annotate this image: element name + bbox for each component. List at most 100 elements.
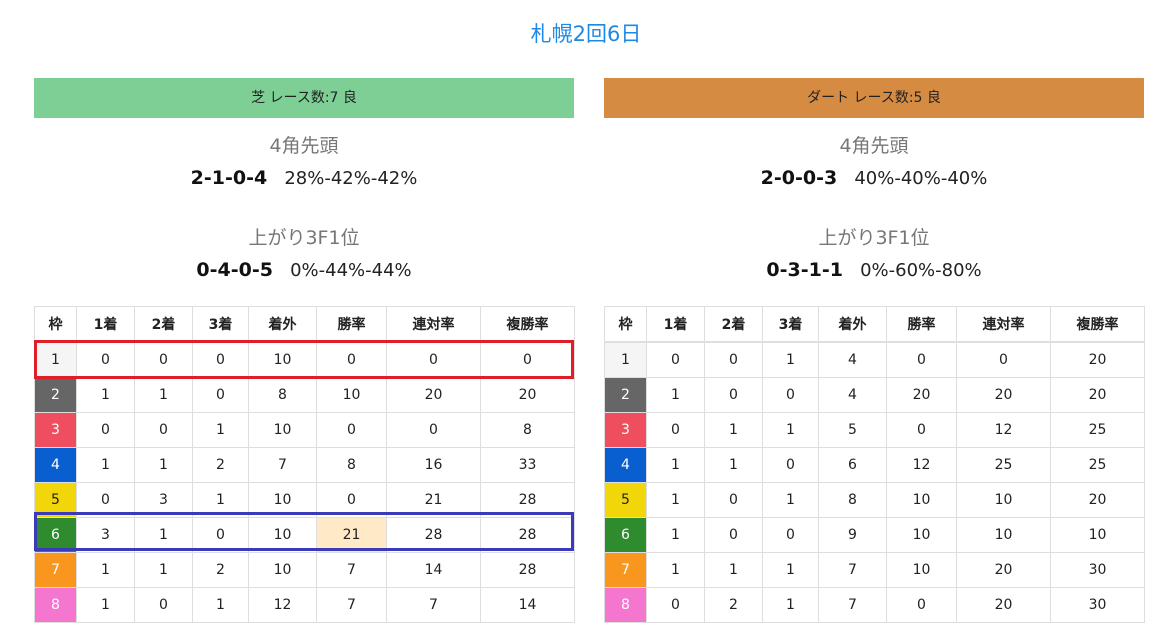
dirt-last3f-pct: 0%-60%-80% xyxy=(860,260,982,281)
table-row: 4 1 1 2 7 8 16 33 xyxy=(34,447,575,483)
stat-cell: 1 xyxy=(134,552,193,588)
dirt-corner-pct: 40%-40%-40% xyxy=(854,168,988,189)
stat-cell: 1 xyxy=(192,587,249,623)
turf-corner-stat: 2-1-0-4 28%-42%-42% xyxy=(34,164,574,192)
table-row: 5 0 3 1 10 0 21 28 xyxy=(34,482,575,518)
stat-cell: 1 xyxy=(646,517,705,553)
stat-cell: 25 xyxy=(1050,412,1145,448)
dirt-last3f-record: 0-3-1-1 xyxy=(766,259,843,281)
table-row: 1 0 0 0 10 0 0 0 xyxy=(34,341,575,378)
stat-cell: 3 xyxy=(76,517,135,553)
stat-cell: 16 xyxy=(386,447,481,483)
column-header: 3着 xyxy=(192,306,249,343)
waku-cell: 1 xyxy=(604,341,647,378)
turf-last3f-label: 上がり3F1位 xyxy=(248,227,360,249)
stat-cell: 1 xyxy=(134,447,193,483)
stat-cell: 0 xyxy=(316,482,387,518)
stat-cell: 0 xyxy=(704,377,763,413)
column-header: 勝率 xyxy=(886,306,957,343)
stat-cell: 10 xyxy=(956,517,1051,553)
waku-cell: 8 xyxy=(604,587,647,623)
stat-cell: 0 xyxy=(134,341,193,378)
stat-cell: 0 xyxy=(192,517,249,553)
stat-cell: 21 xyxy=(316,517,387,553)
stat-cell: 1 xyxy=(762,587,819,623)
stat-cell: 7 xyxy=(316,552,387,588)
column-header: 3着 xyxy=(762,306,819,343)
stat-cell: 1 xyxy=(134,377,193,413)
stat-cell: 20 xyxy=(1050,482,1145,518)
stat-cell: 0 xyxy=(956,341,1051,378)
stat-cell: 4 xyxy=(818,377,887,413)
table-row: 4 1 1 0 6 12 25 25 xyxy=(604,447,1145,483)
table-row: 7 1 1 2 10 7 14 28 xyxy=(34,552,575,588)
table-row: 6 3 1 0 10 21 28 28 xyxy=(34,517,575,553)
waku-cell: 3 xyxy=(34,412,77,448)
stat-cell: 5 xyxy=(818,412,887,448)
dirt-last3f-stat: 0-3-1-1 0%-60%-80% xyxy=(604,256,1144,284)
stat-cell: 1 xyxy=(762,412,819,448)
column-header: 勝率 xyxy=(316,306,387,343)
table-row: 3 0 1 1 5 0 12 25 xyxy=(604,412,1145,448)
waku-cell: 8 xyxy=(34,587,77,623)
stat-cell: 1 xyxy=(76,587,135,623)
stat-cell: 0 xyxy=(316,412,387,448)
stat-cell: 0 xyxy=(134,412,193,448)
stat-cell: 0 xyxy=(646,587,705,623)
stat-cell: 25 xyxy=(956,447,1051,483)
stat-cell: 1 xyxy=(192,412,249,448)
stat-cell: 0 xyxy=(762,517,819,553)
table-row: 1 0 0 1 4 0 0 20 xyxy=(604,341,1145,378)
waku-cell: 2 xyxy=(604,377,647,413)
stat-cell: 1 xyxy=(76,552,135,588)
stat-cell: 25 xyxy=(1050,447,1145,483)
stat-cell: 14 xyxy=(386,552,481,588)
column-header: 2着 xyxy=(704,306,763,343)
stat-cell: 33 xyxy=(480,447,575,483)
stat-cell: 0 xyxy=(762,377,819,413)
stat-cell: 30 xyxy=(1050,552,1145,588)
stat-cell: 0 xyxy=(76,482,135,518)
waku-cell: 7 xyxy=(604,552,647,588)
stat-cell: 7 xyxy=(818,587,887,623)
table-row: 2 1 0 0 4 20 20 20 xyxy=(604,377,1145,413)
turf-last3f-stat: 0-4-0-5 0%-44%-44% xyxy=(34,256,574,284)
stat-cell: 0 xyxy=(704,482,763,518)
stat-cell: 1 xyxy=(704,447,763,483)
stat-cell: 2 xyxy=(192,552,249,588)
stat-cell: 10 xyxy=(886,552,957,588)
table-row: 5 1 0 1 8 10 10 20 xyxy=(604,482,1145,518)
turf-header: 芝 レース数:7 良 xyxy=(34,78,574,118)
dirt-corner-stat: 2-0-0-3 40%-40%-40% xyxy=(604,164,1144,192)
waku-cell: 6 xyxy=(604,517,647,553)
stat-cell: 7 xyxy=(248,447,317,483)
stat-cell: 12 xyxy=(248,587,317,623)
stat-cell: 28 xyxy=(480,552,575,588)
stat-cell: 1 xyxy=(646,377,705,413)
table-row: 6 1 0 0 9 10 10 10 xyxy=(604,517,1145,553)
turf-last3f-record: 0-4-0-5 xyxy=(196,259,273,281)
stat-cell: 20 xyxy=(956,377,1051,413)
stat-cell: 0 xyxy=(386,412,481,448)
stat-cell: 10 xyxy=(956,482,1051,518)
dirt-corner-record: 2-0-0-3 xyxy=(760,167,838,189)
waku-cell: 3 xyxy=(604,412,647,448)
stat-cell: 10 xyxy=(248,517,317,553)
column-header: 連対率 xyxy=(956,306,1051,343)
stat-cell: 6 xyxy=(818,447,887,483)
stat-cell: 10 xyxy=(316,377,387,413)
column-header: 複勝率 xyxy=(1050,306,1145,343)
stat-cell: 28 xyxy=(480,482,575,518)
stat-cell: 1 xyxy=(76,447,135,483)
stat-cell: 0 xyxy=(886,412,957,448)
stat-cell: 7 xyxy=(818,552,887,588)
column-header: 1着 xyxy=(646,306,705,343)
stat-cell: 0 xyxy=(76,341,135,378)
column-header: 1着 xyxy=(76,306,135,343)
stat-cell: 2 xyxy=(704,587,763,623)
table-row: 7 1 1 1 7 10 20 30 xyxy=(604,552,1145,588)
stat-cell: 20 xyxy=(480,377,575,413)
dirt-corner-label: 4角先頭 xyxy=(839,135,909,157)
stat-cell: 8 xyxy=(818,482,887,518)
stat-cell: 0 xyxy=(192,341,249,378)
